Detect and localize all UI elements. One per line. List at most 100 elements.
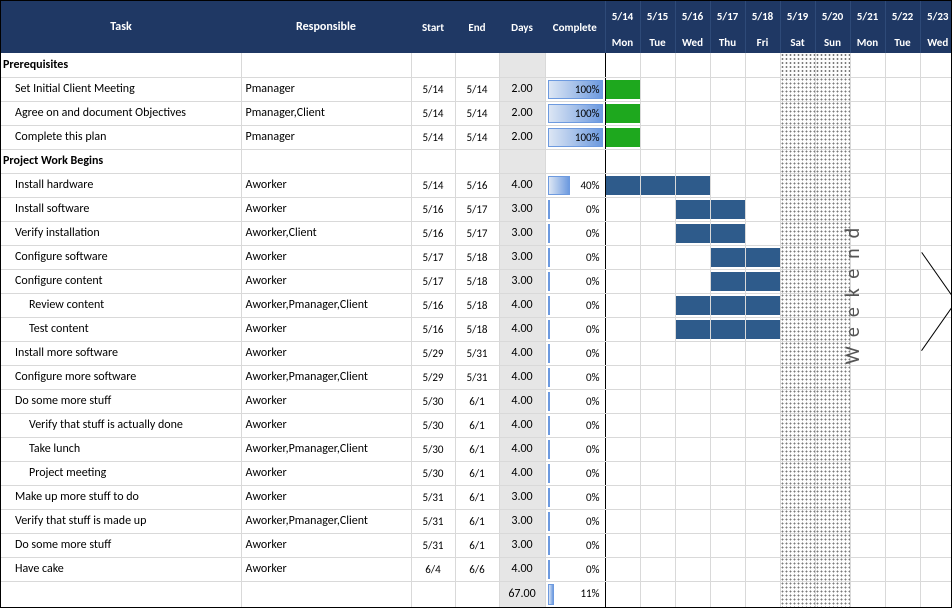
day-cell[interactable]: [745, 389, 780, 413]
days-cell[interactable]: 3.00: [499, 533, 545, 557]
task-cell[interactable]: Set Initial Client Meeting: [1, 77, 241, 101]
day-cell[interactable]: [850, 197, 885, 221]
day-cell[interactable]: [640, 221, 675, 245]
complete-cell[interactable]: 0%: [545, 485, 605, 509]
day-cell[interactable]: [920, 125, 952, 149]
col-date-0[interactable]: 5/14: [605, 1, 640, 31]
col-date-3[interactable]: 5/17: [710, 1, 745, 31]
days-cell[interactable]: 2.00: [499, 125, 545, 149]
day-cell[interactable]: [815, 77, 850, 101]
task-row[interactable]: Agree on and document ObjectivesPmanager…: [1, 101, 952, 125]
days-cell[interactable]: 2.00: [499, 77, 545, 101]
task-row[interactable]: Do some more stuffAworker5/316/13.000%: [1, 533, 952, 557]
task-cell[interactable]: Do some more stuff: [1, 389, 241, 413]
end-cell[interactable]: 6/1: [455, 437, 499, 461]
complete-cell[interactable]: 0%: [545, 245, 605, 269]
day-cell[interactable]: [640, 581, 675, 607]
day-cell[interactable]: [780, 293, 815, 317]
day-cell[interactable]: [885, 53, 920, 77]
resp-cell[interactable]: Aworker,Pmanager,Client: [241, 437, 411, 461]
day-cell[interactable]: [920, 413, 952, 437]
day-cell[interactable]: [920, 53, 952, 77]
day-cell[interactable]: [640, 413, 675, 437]
end-cell[interactable]: 5/18: [455, 317, 499, 341]
day-cell[interactable]: [780, 269, 815, 293]
day-cell[interactable]: [780, 245, 815, 269]
day-cell[interactable]: [815, 149, 850, 173]
day-cell[interactable]: [605, 533, 640, 557]
end-cell[interactable]: [455, 53, 499, 77]
resp-cell[interactable]: Aworker,Client: [241, 221, 411, 245]
start-cell[interactable]: 5/30: [411, 437, 455, 461]
day-cell[interactable]: [710, 317, 745, 341]
day-cell[interactable]: [780, 197, 815, 221]
days-cell[interactable]: 4.00: [499, 389, 545, 413]
start-cell[interactable]: 5/17: [411, 245, 455, 269]
end-cell[interactable]: 5/17: [455, 221, 499, 245]
complete-cell[interactable]: 0%: [545, 341, 605, 365]
day-cell[interactable]: [815, 509, 850, 533]
day-cell[interactable]: [640, 269, 675, 293]
day-cell[interactable]: [640, 557, 675, 581]
day-cell[interactable]: [605, 53, 640, 77]
start-cell[interactable]: [411, 149, 455, 173]
day-cell[interactable]: [885, 293, 920, 317]
days-cell[interactable]: 3.00: [499, 197, 545, 221]
day-cell[interactable]: [885, 509, 920, 533]
end-cell[interactable]: 5/14: [455, 125, 499, 149]
day-cell[interactable]: [675, 293, 710, 317]
day-cell[interactable]: [815, 581, 850, 607]
day-cell[interactable]: [850, 125, 885, 149]
day-cell[interactable]: [850, 437, 885, 461]
day-cell[interactable]: [640, 197, 675, 221]
task-cell[interactable]: Verify installation: [1, 221, 241, 245]
day-cell[interactable]: [920, 389, 952, 413]
task-row[interactable]: Review contentAworker,Pmanager,Client5/1…: [1, 293, 952, 317]
day-cell[interactable]: [920, 149, 952, 173]
day-cell[interactable]: [640, 389, 675, 413]
complete-cell[interactable]: 0%: [545, 557, 605, 581]
day-cell[interactable]: [710, 53, 745, 77]
start-cell[interactable]: 5/29: [411, 365, 455, 389]
complete-cell[interactable]: 0%: [545, 269, 605, 293]
day-cell[interactable]: [710, 149, 745, 173]
complete-cell[interactable]: 0%: [545, 461, 605, 485]
day-cell[interactable]: [605, 269, 640, 293]
day-cell[interactable]: [885, 125, 920, 149]
days-cell[interactable]: 4.00: [499, 173, 545, 197]
day-cell[interactable]: [745, 509, 780, 533]
day-cell[interactable]: [850, 509, 885, 533]
day-cell[interactable]: [640, 485, 675, 509]
day-cell[interactable]: [815, 557, 850, 581]
complete-cell[interactable]: 100%: [545, 77, 605, 101]
day-cell[interactable]: [640, 293, 675, 317]
day-cell[interactable]: [710, 365, 745, 389]
day-cell[interactable]: [815, 197, 850, 221]
day-cell[interactable]: [675, 461, 710, 485]
day-cell[interactable]: [850, 365, 885, 389]
resp-cell[interactable]: Pmanager,Client: [241, 101, 411, 125]
days-cell[interactable]: 3.00: [499, 221, 545, 245]
days-cell[interactable]: 4.00: [499, 341, 545, 365]
day-cell[interactable]: [780, 437, 815, 461]
day-cell[interactable]: [780, 509, 815, 533]
day-cell[interactable]: [745, 533, 780, 557]
day-cell[interactable]: [850, 317, 885, 341]
day-cell[interactable]: [745, 53, 780, 77]
task-row[interactable]: Configure more softwareAworker,Pmanager,…: [1, 365, 952, 389]
start-cell[interactable]: 5/29: [411, 341, 455, 365]
day-cell[interactable]: [605, 293, 640, 317]
start-cell[interactable]: 5/14: [411, 125, 455, 149]
day-cell[interactable]: [850, 101, 885, 125]
col-end[interactable]: End: [455, 1, 499, 53]
day-cell[interactable]: [920, 461, 952, 485]
task-cell[interactable]: Project Work Begins: [1, 149, 241, 173]
day-cell[interactable]: [920, 533, 952, 557]
day-cell[interactable]: [920, 485, 952, 509]
day-cell[interactable]: [885, 581, 920, 607]
resp-cell[interactable]: Aworker: [241, 341, 411, 365]
day-cell[interactable]: [710, 101, 745, 125]
day-cell[interactable]: [675, 197, 710, 221]
day-cell[interactable]: [920, 437, 952, 461]
day-cell[interactable]: [815, 317, 850, 341]
